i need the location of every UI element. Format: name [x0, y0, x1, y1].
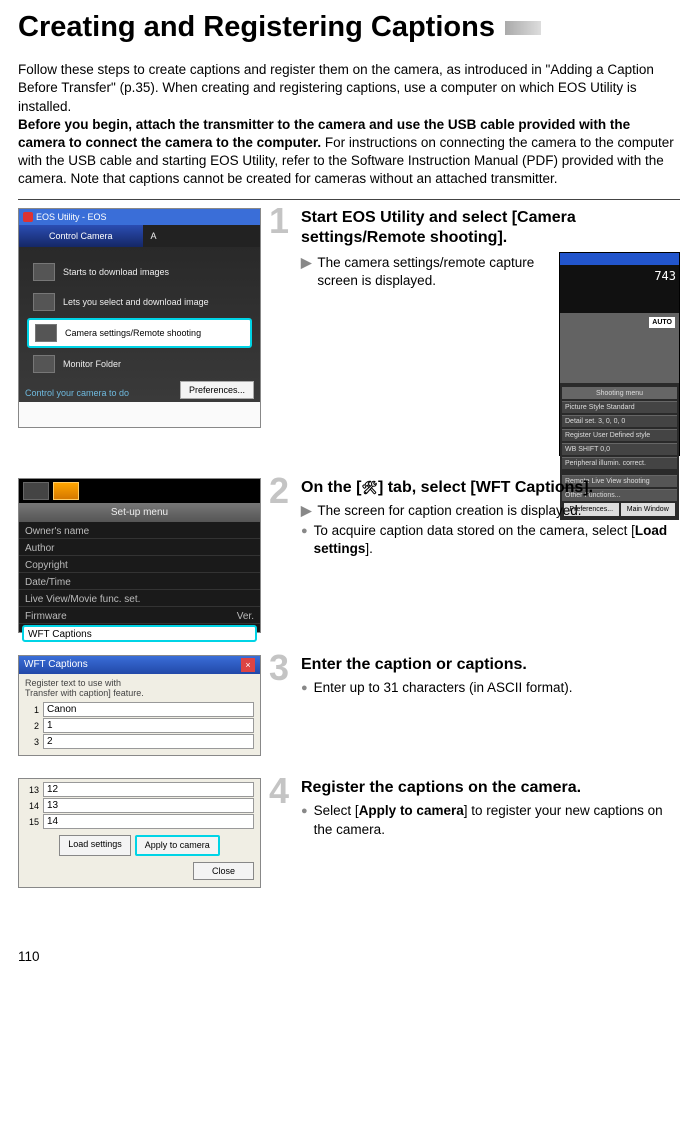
tab-tools-icon[interactable]	[53, 482, 79, 500]
row-liveview[interactable]: Live View/Movie func. set.	[19, 590, 260, 607]
tools-tab-icon: 🛠	[361, 480, 378, 496]
app-icon	[23, 212, 33, 222]
intro-paragraph: Follow these steps to create captions an…	[18, 61, 680, 189]
screenshot-wft-captions-bottom: 13 14 15 Load settings Apply to camera C…	[18, 778, 261, 887]
menu-select-download[interactable]: Lets you select and download image	[19, 287, 260, 317]
row-firmware[interactable]: FirmwareVer.	[19, 607, 260, 624]
load-settings-button[interactable]: Load settings	[59, 835, 131, 855]
page-number: 110	[18, 948, 680, 966]
menu-camera-settings[interactable]: Camera settings/Remote shooting	[27, 318, 252, 348]
tab-secondary[interactable]: A	[143, 225, 260, 247]
control-text: Control your camera to do	[25, 387, 129, 399]
screenshot-setup-menu: Set-up menu Owner's name Author Copyrigh…	[18, 478, 261, 633]
close-icon[interactable]: ×	[241, 658, 255, 672]
triangle-bullet-icon: ▶	[301, 502, 311, 520]
row-copyright[interactable]: Copyright	[19, 556, 260, 573]
step-4-bullet: Select [Apply to camera] to register you…	[314, 802, 680, 838]
step-number-3: 3	[269, 653, 295, 699]
dialog-description: Register text to use with Transfer with …	[25, 679, 254, 699]
step-number-1: 1	[269, 206, 295, 456]
step-number-4: 4	[269, 776, 295, 840]
circle-bullet-icon: ●	[301, 524, 308, 539]
screenshot-eos-utility: EOS Utility - EOS Control Camera A Start…	[18, 208, 261, 428]
caption-input-13[interactable]	[43, 782, 254, 797]
step-3-bullet: Enter up to 31 characters (in ASCII form…	[314, 679, 573, 697]
caption-input-15[interactable]	[43, 814, 254, 829]
row-wft-captions[interactable]: WFT Captions	[22, 625, 257, 642]
row-owners-name[interactable]: Owner's name	[19, 522, 260, 539]
tab-camera-icon[interactable]	[23, 482, 49, 500]
apply-to-camera-button[interactable]: Apply to camera	[135, 835, 220, 855]
divider	[18, 199, 680, 200]
tab-control-camera[interactable]: Control Camera	[19, 225, 143, 247]
step-2-bullet-1: The screen for caption creation is displ…	[317, 502, 581, 520]
step-3-title: Enter the caption or captions.	[301, 655, 680, 675]
step-2-bullet-2: To acquire caption data stored on the ca…	[314, 522, 680, 558]
row-datetime[interactable]: Date/Time	[19, 573, 260, 590]
step-1-bullet: The camera settings/remote capture scree…	[317, 254, 547, 290]
circle-bullet-icon: ●	[301, 804, 308, 819]
circle-bullet-icon: ●	[301, 681, 308, 696]
row-author[interactable]: Author	[19, 539, 260, 556]
caption-input-2[interactable]	[43, 718, 254, 733]
step-4-title: Register the captions on the camera.	[301, 778, 680, 798]
step-1: EOS Utility - EOS Control Camera A Start…	[18, 208, 680, 456]
step-2: Set-up menu Owner's name Author Copyrigh…	[18, 478, 680, 633]
screenshot-remote-capture: 743 AUTO Shooting menu Picture Style Sta…	[559, 252, 680, 456]
step-3: WFT Captions× Register text to use with …	[18, 655, 680, 757]
step-4: 13 14 15 Load settings Apply to camera C…	[18, 778, 680, 887]
caption-input-1[interactable]	[43, 702, 254, 717]
step-2-title: On the [🛠] tab, select [WFT Captions].	[301, 478, 680, 498]
preferences-button[interactable]: Preferences...	[180, 381, 254, 399]
screenshot-wft-captions-top: WFT Captions× Register text to use with …	[18, 655, 261, 757]
caption-input-3[interactable]	[43, 734, 254, 749]
page-title: Creating and Registering Captions	[18, 8, 680, 47]
close-button[interactable]: Close	[193, 862, 254, 880]
step-1-title: Start EOS Utility and select [Camera set…	[301, 208, 680, 248]
menu-download[interactable]: Starts to download images	[19, 257, 260, 287]
triangle-bullet-icon: ▶	[301, 254, 311, 272]
title-decoration	[505, 21, 541, 35]
caption-input-14[interactable]	[43, 798, 254, 813]
menu-monitor-folder[interactable]: Monitor Folder	[19, 349, 260, 379]
step-number-2: 2	[269, 476, 295, 561]
